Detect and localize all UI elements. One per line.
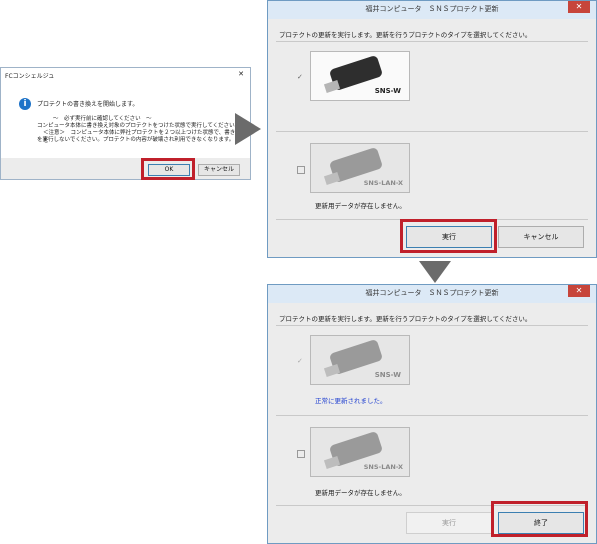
run-button[interactable]: 実行: [406, 512, 492, 534]
close-icon[interactable]: ✕: [238, 70, 244, 78]
usb-connector-icon: [323, 172, 341, 185]
fc-concierge-dialog: FCコンシェルジュ ✕ i プロテクトの書き換えを開始します。 〜 必ず実行前に…: [0, 67, 251, 180]
usb-connector-icon: [323, 364, 341, 377]
usb-connector-icon: [323, 80, 341, 93]
close-icon[interactable]: ✕: [568, 1, 590, 13]
ok-highlight: [141, 158, 195, 180]
protect-checkbox-sns-w[interactable]: ✓: [297, 358, 303, 365]
success-status-text: 正常に更新されました。: [315, 397, 387, 405]
arrow-right-icon: [235, 113, 261, 145]
arrow-down-icon: [419, 261, 451, 283]
title-bar: 福井コンピュータ ＳＮＳプロテクト更新 ✕: [268, 285, 596, 303]
separator: [276, 325, 588, 326]
cancel-button[interactable]: キャンセル: [498, 226, 584, 248]
separator: [276, 131, 588, 132]
run-highlight: [400, 219, 497, 253]
protect-checkbox-sns-lan-x[interactable]: [297, 166, 305, 174]
message-heading: プロテクトの書き換えを開始します。: [37, 101, 139, 108]
status-text: 更新用データが存在しません。: [315, 202, 406, 210]
message-line-4: を実行しないでください。プロテクトの内容が破壊され利用できなくなります。: [37, 137, 235, 143]
separator: [276, 41, 588, 42]
end-highlight: [491, 501, 588, 537]
close-icon[interactable]: ✕: [568, 285, 590, 297]
protect-checkbox-sns-lan-x[interactable]: [297, 450, 305, 458]
protect-label: SNS-LAN-X: [363, 179, 403, 187]
title-bar: FCコンシェルジュ ✕: [1, 68, 250, 82]
protect-label: SNS-LAN-X: [363, 463, 403, 471]
protect-checkbox-sns-w[interactable]: ✓: [297, 74, 303, 81]
dialog-title: 福井コンピュータ ＳＮＳプロテクト更新: [365, 5, 499, 13]
dialog-title: 福井コンピュータ ＳＮＳプロテクト更新: [365, 289, 499, 297]
cancel-button[interactable]: キャンセル: [198, 164, 240, 176]
instruction-text: プロテクトの更新を実行します。更新を行うプロテクトのタイプを選択してください。: [279, 31, 532, 39]
usb-protect-sns-w[interactable]: SNS-W: [310, 51, 410, 101]
protect-label: SNS-W: [374, 371, 401, 379]
dialog-title: FCコンシェルジュ: [5, 73, 55, 80]
title-bar: 福井コンピュータ ＳＮＳプロテクト更新 ✕: [268, 1, 596, 19]
usb-connector-icon: [323, 456, 341, 469]
instruction-text: プロテクトの更新を実行します。更新を行うプロテクトのタイプを選択してください。: [279, 315, 532, 323]
protect-label: SNS-W: [374, 87, 401, 95]
status-text: 更新用データが存在しません。: [315, 489, 406, 497]
usb-protect-sns-lan-x[interactable]: SNS-LAN-X: [310, 143, 410, 193]
usb-protect-sns-w[interactable]: SNS-W: [310, 335, 410, 385]
info-icon: i: [19, 98, 31, 110]
separator: [276, 415, 588, 416]
usb-protect-sns-lan-x[interactable]: SNS-LAN-X: [310, 427, 410, 477]
